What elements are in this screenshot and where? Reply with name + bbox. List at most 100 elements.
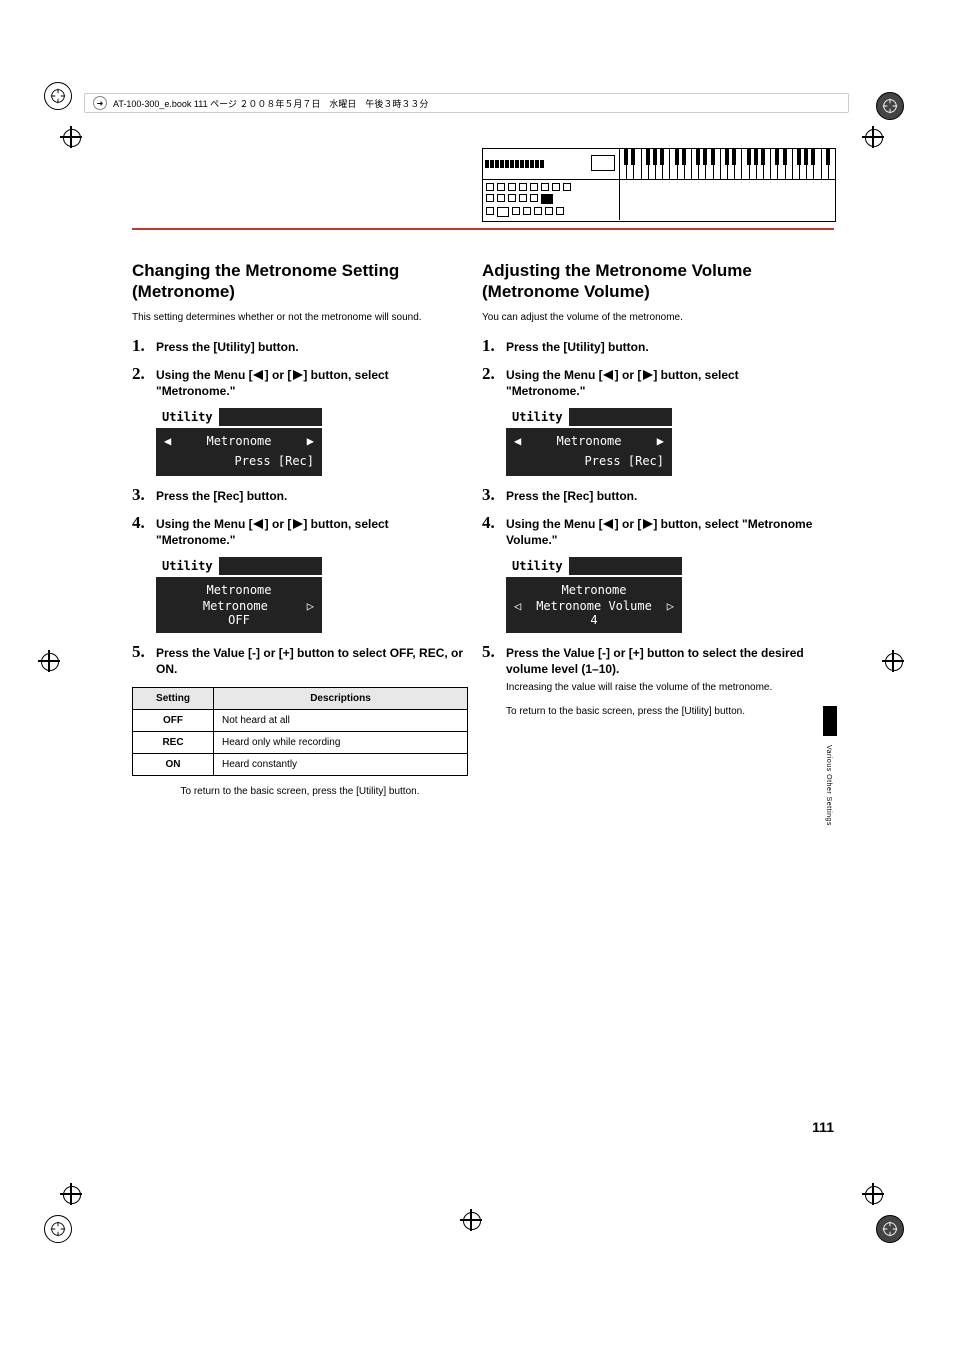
step-4: 4. Using the Menu [] or [] button, selec…	[132, 514, 468, 548]
triangle-left-icon: ◁	[514, 599, 521, 613]
step-text: Using the Menu [] or [] button, select "…	[506, 514, 818, 548]
section-heading: Adjusting the Metronome Volume (Metronom…	[482, 260, 818, 303]
triangle-left-icon	[603, 370, 615, 380]
table-row: ON Heard constantly	[133, 754, 468, 776]
lcd-title: Utility	[506, 557, 569, 575]
table-cell-key: ON	[133, 754, 214, 776]
step-number: 2.	[132, 365, 156, 399]
registration-mark-icon	[44, 1215, 72, 1243]
step-text: Using the Menu [] or [] button, select "…	[156, 365, 468, 399]
lcd-line: Metronome	[556, 434, 621, 448]
triangle-right-icon	[641, 370, 653, 380]
triangle-left-icon: ◀	[164, 434, 171, 448]
lcd-line: Metronome	[561, 583, 626, 597]
pdf-header: ➜ AT-100-300_e.book 111 ページ ２００８年５月７日 水曜…	[84, 93, 849, 113]
triangle-right-icon: ▶	[307, 434, 314, 448]
step-text: Press the [Rec] button.	[156, 486, 287, 505]
lcd-screenshot: Utility Metronome ◁ Metronome Volume ▷ 4	[506, 557, 682, 633]
table-row: REC Heard only while recording	[133, 732, 468, 754]
lcd-hint: Press [Rec]	[235, 454, 314, 468]
section-tab-label: Various Other Settings	[825, 745, 832, 826]
step-subtext: Increasing the value will raise the volu…	[506, 681, 818, 695]
table-cell-value: Heard only while recording	[214, 732, 468, 754]
step-5: 5. Press the Value [-] or [+] button to …	[482, 643, 818, 677]
triangle-right-icon: ▶	[657, 434, 664, 448]
table-cell-key: OFF	[133, 710, 214, 732]
right-column: Adjusting the Metronome Volume (Metronom…	[482, 248, 818, 719]
step-number: 4.	[482, 514, 506, 548]
triangle-left-icon	[603, 519, 615, 529]
lcd-line: Metronome	[203, 599, 268, 613]
lcd-screenshot: Utility ◀ Metronome ▶ Press [Rec]	[156, 408, 322, 476]
triangle-right-icon	[291, 370, 303, 380]
triangle-right-icon: ▷	[307, 599, 314, 613]
crosshair-icon	[862, 1183, 884, 1205]
triangle-right-icon	[641, 519, 653, 529]
settings-table: Setting Descriptions OFF Not heard at al…	[132, 687, 468, 776]
left-column: Changing the Metronome Setting (Metronom…	[132, 248, 468, 805]
step-number: 4.	[132, 514, 156, 548]
step-3: 3. Press the [Rec] button.	[132, 486, 468, 505]
header-text: AT-100-300_e.book 111 ページ ２００８年５月７日 水曜日 …	[113, 97, 428, 110]
section-tab	[823, 706, 837, 736]
lcd-line: 4	[590, 613, 597, 627]
step-text: Using the Menu [] or [] button, select "…	[506, 365, 818, 399]
table-row: OFF Not heard at all	[133, 710, 468, 732]
table-header: Setting	[133, 688, 214, 710]
crosshair-icon	[60, 126, 82, 148]
table-cell-value: Not heard at all	[214, 710, 468, 732]
step-5: 5. Press the Value [-] or [+] button to …	[132, 643, 468, 677]
crosshair-icon	[862, 126, 884, 148]
step-text: Press the [Utility] button.	[506, 337, 649, 356]
lcd-title: Utility	[506, 408, 569, 426]
step-number: 1.	[482, 337, 506, 356]
table-header-row: Setting Descriptions	[133, 688, 468, 710]
triangle-left-icon	[253, 370, 265, 380]
step-4: 4. Using the Menu [] or [] button, selec…	[482, 514, 818, 548]
step-2: 2. Using the Menu [] or [] button, selec…	[482, 365, 818, 399]
lcd-title: Utility	[156, 408, 219, 426]
step-1: 1. Press the [Utility] button.	[482, 337, 818, 356]
registration-mark-icon	[44, 82, 72, 110]
crosshair-icon	[38, 650, 60, 672]
lcd-screenshot: Utility Metronome Metronome ▷ OFF	[156, 557, 322, 633]
table-cell-key: REC	[133, 732, 214, 754]
intro-text: You can adjust the volume of the metrono…	[482, 311, 818, 325]
step-number: 3.	[482, 486, 506, 505]
lcd-title: Utility	[156, 557, 219, 575]
arrow-icon: ➜	[93, 96, 107, 110]
step-text: Using the Menu [] or [] button, select "…	[156, 514, 468, 548]
triangle-left-icon	[253, 519, 265, 529]
lcd-line: Metronome	[206, 583, 271, 597]
lcd-screenshot: Utility ◀ Metronome ▶ Press [Rec]	[506, 408, 672, 476]
step-number: 1.	[132, 337, 156, 356]
registration-mark-icon	[876, 92, 904, 120]
crosshair-icon	[60, 1183, 82, 1205]
lcd-line: OFF	[228, 613, 250, 627]
registration-mark-icon	[876, 1215, 904, 1243]
section-heading: Changing the Metronome Setting (Metronom…	[132, 260, 468, 303]
lcd-line: Metronome Volume	[536, 599, 652, 613]
step-number: 5.	[482, 643, 506, 677]
lcd-hint: Press [Rec]	[585, 454, 664, 468]
table-header: Descriptions	[214, 688, 468, 710]
step-number: 2.	[482, 365, 506, 399]
step-text: Press the Value [-] or [+] button to sel…	[506, 643, 818, 677]
triangle-right-icon: ▷	[667, 599, 674, 613]
section-divider	[132, 228, 834, 230]
return-note: To return to the basic screen, press the…	[506, 705, 818, 719]
crosshair-icon	[882, 650, 904, 672]
step-text: Press the Value [-] or [+] button to sel…	[156, 643, 468, 677]
step-text: Press the [Utility] button.	[156, 337, 299, 356]
return-note: To return to the basic screen, press the…	[132, 786, 468, 797]
step-3: 3. Press the [Rec] button.	[482, 486, 818, 505]
lcd-line: Metronome	[206, 434, 271, 448]
crosshair-icon	[460, 1209, 482, 1231]
step-number: 5.	[132, 643, 156, 677]
step-2: 2. Using the Menu [] or [] button, selec…	[132, 365, 468, 399]
triangle-left-icon: ◀	[514, 434, 521, 448]
intro-text: This setting determines whether or not t…	[132, 311, 468, 325]
keyboard-illustration	[482, 148, 836, 222]
table-cell-value: Heard constantly	[214, 754, 468, 776]
triangle-right-icon	[291, 519, 303, 529]
